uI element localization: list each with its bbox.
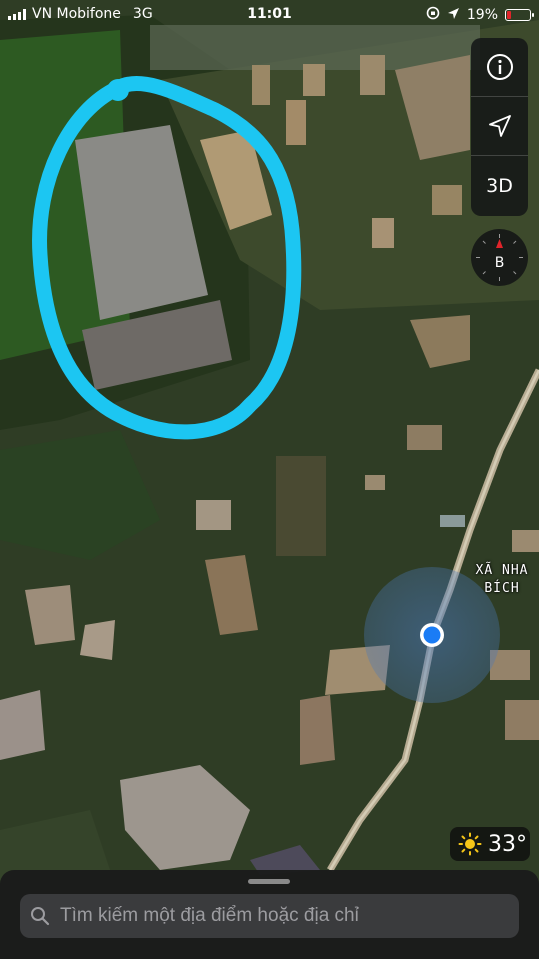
view-3d-button[interactable]: 3D xyxy=(471,156,528,215)
sheet-grabber-handle[interactable] xyxy=(248,879,290,884)
orientation-lock-icon xyxy=(426,6,440,24)
search-icon xyxy=(31,907,50,926)
search-sheet xyxy=(0,870,539,959)
info-button[interactable] xyxy=(471,38,528,97)
temperature: 33° xyxy=(488,831,527,857)
search-input[interactable] xyxy=(58,895,519,937)
track-location-button[interactable] xyxy=(471,97,528,156)
status-bar: VN Mobifone 3G 11:01 19% xyxy=(0,0,539,30)
sun-icon xyxy=(458,832,482,856)
location-arrow-icon xyxy=(488,115,511,137)
battery-icon xyxy=(505,9,534,21)
compass-icon xyxy=(476,234,523,281)
place-label: XÃ NHA BÍCH xyxy=(468,562,536,598)
battery-percent: 19% xyxy=(466,7,498,23)
info-icon xyxy=(486,54,513,80)
location-services-icon xyxy=(447,7,460,24)
search-bar[interactable] xyxy=(20,894,519,938)
place-label-line-2: BÍCH xyxy=(484,581,520,596)
map-controls: 3D xyxy=(471,38,528,216)
compass-button[interactable]: B xyxy=(471,229,528,286)
weather-badge[interactable]: 33° xyxy=(450,827,530,861)
satellite-map[interactable] xyxy=(0,0,539,959)
place-label-line-1: XÃ NHA xyxy=(475,563,529,578)
